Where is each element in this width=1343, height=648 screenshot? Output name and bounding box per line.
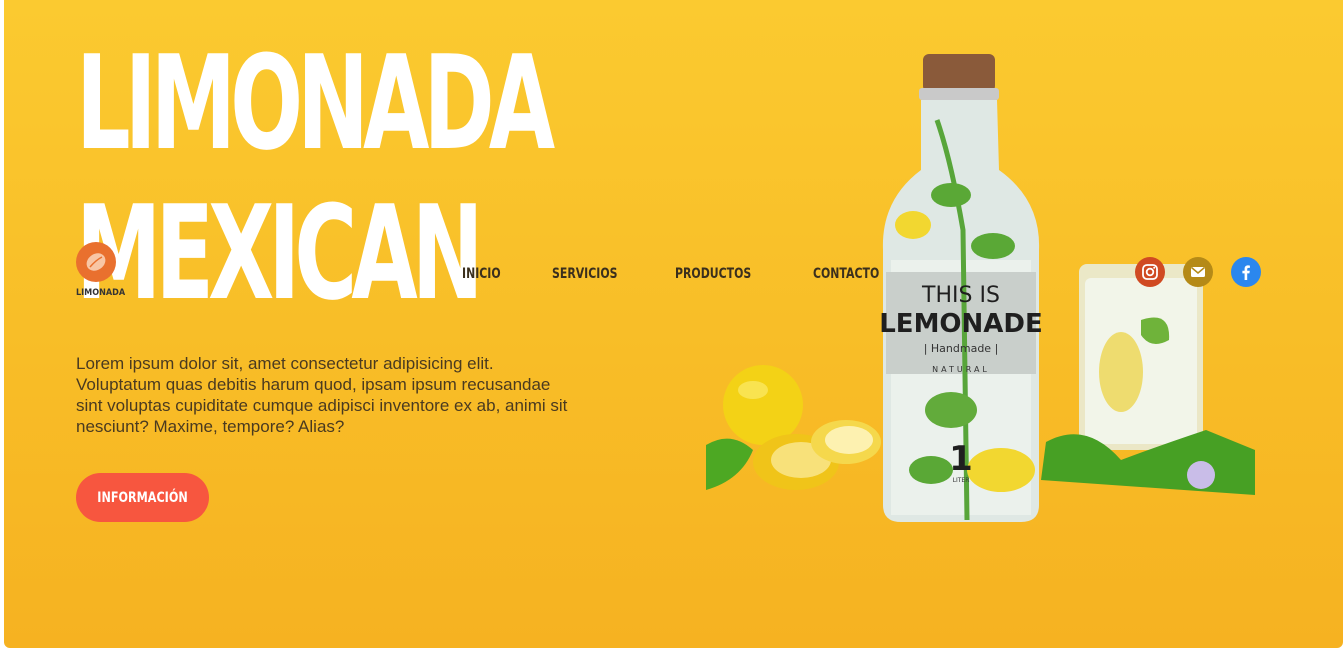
mail-icon[interactable] xyxy=(1183,257,1213,287)
information-button[interactable]: INFORMACIÓN xyxy=(76,473,209,522)
bottle-illustration: THIS IS LEMONADE | Handmade | NATURAL 1 … xyxy=(879,54,1043,522)
main-nav: INICIO SERVICIOS PRODUCTOS CONTACTO xyxy=(462,266,898,282)
lemon-icon xyxy=(76,242,116,282)
glass-illustration xyxy=(1041,264,1255,495)
hero-title-line1: LIMONADA xyxy=(76,27,555,179)
bottle-label-line3: | Handmade | xyxy=(924,342,999,355)
nav-item-contacto[interactable]: CONTACTO xyxy=(813,266,879,282)
nav-item-inicio[interactable]: INICIO xyxy=(462,266,501,282)
social-links xyxy=(1135,257,1261,287)
hero-title: LIMONADA MEXICAN xyxy=(76,27,555,329)
bottle-label-line2: LEMONADE xyxy=(879,309,1043,339)
information-button-label: INFORMACIÓN xyxy=(97,489,188,506)
hero-section: THIS IS LEMONADE | Handmade | NATURAL 1 … xyxy=(4,0,1343,648)
hero-title-line2: MEXICAN xyxy=(76,177,484,329)
lemons-illustration xyxy=(706,365,881,490)
instagram-icon[interactable] xyxy=(1135,257,1165,287)
hero-description: Lorem ipsum dolor sit, amet consectetur … xyxy=(76,354,568,436)
logo-label: LIMONADA xyxy=(76,288,126,298)
logo[interactable]: LIMONADA xyxy=(76,242,136,298)
bottle-label-line1: THIS IS xyxy=(921,283,1000,308)
nav-item-servicios[interactable]: SERVICIOS xyxy=(552,266,617,282)
bottle-volume-unit: LITER xyxy=(953,477,970,484)
lemonade-product-image: THIS IS LEMONADE | Handmade | NATURAL 1 … xyxy=(706,54,1255,522)
bottle-label-line4: NATURAL xyxy=(932,365,990,374)
bottle-volume-number: 1 xyxy=(949,439,973,479)
facebook-icon[interactable] xyxy=(1231,257,1261,287)
nav-item-productos[interactable]: PRODUCTOS xyxy=(675,266,751,282)
